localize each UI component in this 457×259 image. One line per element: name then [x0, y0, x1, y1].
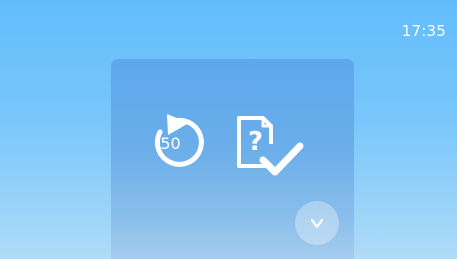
- rewind-50-button[interactable]: 50: [143, 109, 209, 175]
- screen: 17:35 50 ?: [0, 0, 457, 259]
- rewind-value: 50: [160, 134, 181, 153]
- action-card: 50 ?: [111, 59, 354, 259]
- question-glyph: ?: [248, 127, 263, 157]
- quiz-check-button[interactable]: ?: [235, 114, 307, 184]
- clock: 17:35: [401, 22, 446, 40]
- chevron-down-icon: [310, 218, 324, 229]
- document-question-check-icon: ?: [237, 116, 304, 176]
- expand-button[interactable]: [295, 201, 339, 245]
